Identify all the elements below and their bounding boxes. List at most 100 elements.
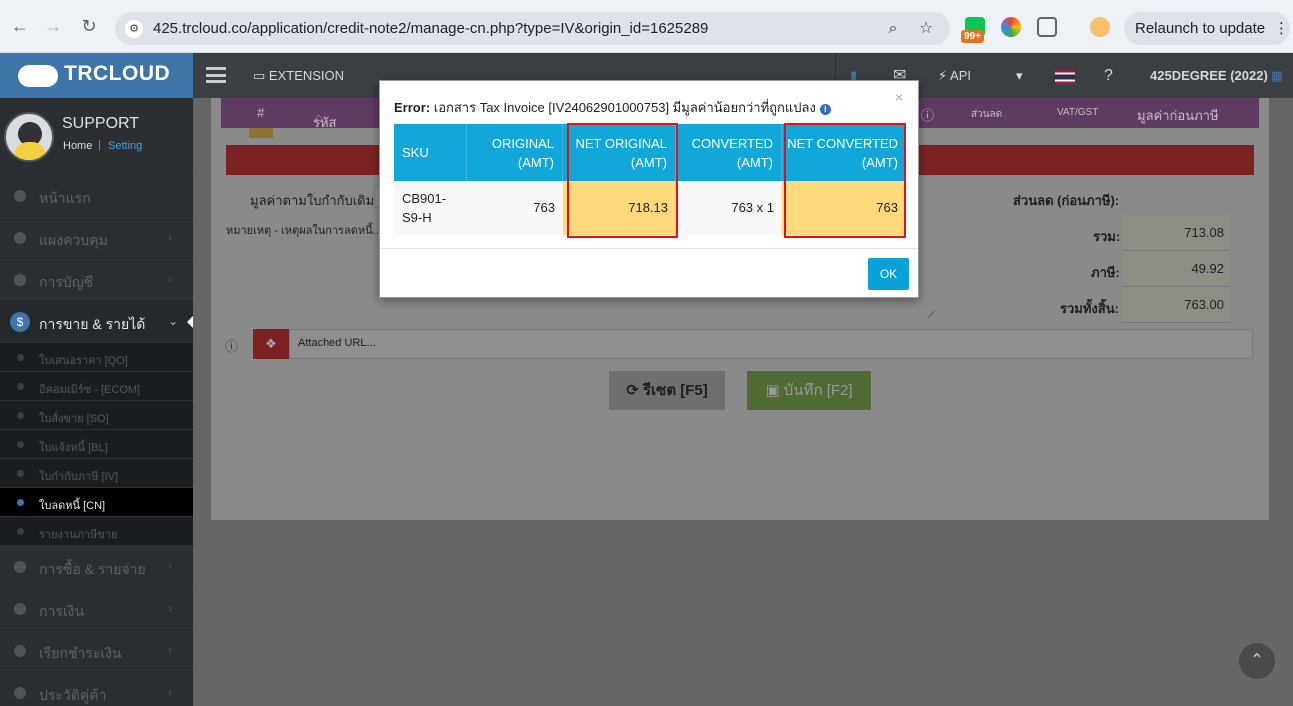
sidebar-item-label: แผงควบคุม — [39, 232, 108, 248]
attached-url-input[interactable]: Attached URL... — [289, 329, 1253, 359]
error-prefix: Error: — [394, 100, 431, 115]
zoom-icon[interactable]: ⌕ — [882, 18, 904, 40]
sidebar-item-label: การซื้อ & รายจ่าย — [39, 561, 146, 577]
sidebar-item-home[interactable]: หน้าแรก — [0, 174, 193, 216]
sidebar-item-label: การเงิน — [39, 603, 85, 619]
dollar-icon: $ — [10, 312, 30, 332]
row-badge — [249, 128, 273, 138]
sidebar-subitem-billing[interactable]: ใบแจ้งหนี้ [BL] — [0, 429, 193, 458]
chevron-right-icon: › — [168, 601, 172, 615]
extension-menu[interactable]: ▭ EXTENSION — [253, 53, 344, 98]
header-original-line1: ORIGINAL — [491, 136, 554, 151]
bullet-icon — [17, 354, 24, 361]
building-icon[interactable]: ▦ — [1271, 53, 1283, 98]
bullet-icon — [17, 441, 24, 448]
api-menu[interactable]: ⚡ API — [938, 53, 971, 98]
note-textarea[interactable]: หมายเหตุ - เหตุผลในการลดหนี้... — [226, 221, 382, 239]
sidebar-item-collection[interactable]: เรียกชำระเงิน › — [0, 629, 193, 671]
sidebar-item-label: ประวัติคู่ค้า — [39, 687, 107, 703]
scroll-to-top-button[interactable]: ⌃ — [1239, 643, 1275, 679]
sidebar-item-purchases[interactable]: การซื้อ & รายจ่าย › — [0, 545, 193, 587]
sidebar-item-dashboard[interactable]: แผงควบคุม › — [0, 216, 193, 258]
header-converted: CONVERTED (AMT) — [676, 124, 782, 181]
bullet-icon — [17, 383, 24, 390]
desktop-icon — [14, 232, 26, 244]
link-separator: | — [98, 139, 101, 151]
refresh-icon: ⟳ — [626, 382, 643, 399]
col-code-label: รหัส — [313, 115, 337, 130]
extension-label: EXTENSION — [268, 68, 345, 83]
info-icon: ⓘ — [225, 339, 239, 354]
bookmark-star-icon[interactable]: ☆ — [915, 18, 937, 40]
sidebar-item-sales[interactable]: $ การขาย & รายได้ ⌄ — [0, 300, 194, 342]
sidebar-subitem-ecommerce[interactable]: อีคอมเมิร์ซ - [ECOM] — [0, 371, 193, 400]
relaunch-button[interactable]: Relaunch to update ⋮ — [1124, 12, 1290, 45]
back-icon[interactable]: ← — [8, 14, 32, 38]
cell-converted: 763 x 1 — [676, 181, 782, 235]
bullet-icon — [17, 470, 24, 477]
more-menu-icon[interactable]: ⋮ — [1274, 12, 1289, 45]
header-converted-line1: CONVERTED — [691, 136, 773, 151]
calendar-icon — [14, 603, 26, 615]
sidebar-item-label: การขาย & รายได้ — [39, 316, 146, 332]
subitem-label: รายงานภาษีขาย — [39, 529, 118, 541]
avatar[interactable] — [4, 112, 54, 162]
col-discount: ส่วนลด — [971, 109, 1003, 120]
ok-button[interactable]: OK — [868, 258, 909, 290]
subitem-label: ใบกำกับภาษี [IV] — [39, 471, 119, 483]
address-bar[interactable]: ⚙ 425.trcloud.co/application/credit-note… — [115, 12, 950, 45]
save-button[interactable]: ▣ บันทึก [F2] — [747, 371, 871, 410]
reset-button[interactable]: ⟳ รีเซต [F5] — [609, 371, 725, 410]
chevron-right-icon: › — [168, 559, 172, 573]
url-text[interactable]: 425.trcloud.co/application/credit-note2/… — [153, 20, 708, 37]
color-extension-icon[interactable] — [1001, 17, 1021, 37]
header-original: ORIGINAL (AMT) — [467, 124, 563, 181]
chevron-right-icon: › — [168, 685, 172, 699]
profile-avatar-icon[interactable] — [1090, 17, 1110, 37]
subitem-label: ใบแจ้งหนี้ [BL] — [39, 442, 108, 454]
modal-footer-divider — [380, 248, 918, 249]
menu-hamburger-icon[interactable] — [206, 67, 226, 83]
error-modal: Error: เอกสาร Tax Invoice [IV24062901000… — [379, 80, 919, 298]
col-hash: # — [257, 105, 265, 120]
sidebar-subitem-tax-invoice[interactable]: ใบกำกับภาษี [IV] — [0, 458, 193, 487]
sidebar-item-label: หน้าแรก — [39, 190, 91, 206]
sidebar-subitem-credit-note[interactable]: ใบลดหนี้ [CN] — [0, 487, 193, 516]
site-info-icon[interactable]: ⚙ — [125, 20, 143, 38]
save-label: บันทึก [F2] — [783, 382, 853, 399]
home-link[interactable]: Home — [63, 140, 92, 152]
cloud-icon — [14, 190, 26, 202]
sidebar-subitem-sales-order[interactable]: ใบสั่งขาย [SO] — [0, 400, 193, 429]
logo[interactable]: TRCLOUD — [0, 53, 193, 98]
bullet-icon — [17, 499, 24, 506]
sidebar-item-partners[interactable]: ประวัติคู่ค้า › — [0, 671, 193, 706]
company-name[interactable]: 425DEGREE (2022) — [1150, 53, 1268, 98]
dropdown-caret-icon[interactable]: ▾ — [1016, 53, 1023, 98]
subitem-label: ใบลดหนี้ [CN] — [39, 500, 106, 512]
monitor-icon: ▭ — [253, 68, 269, 83]
browser-toolbar: ← → ↻ ⚙ 425.trcloud.co/application/credi… — [0, 0, 1293, 53]
forward-icon[interactable]: → — [41, 14, 65, 38]
dropbox-icon[interactable]: ❖ — [253, 329, 289, 359]
sidebar-subitem-quotation[interactable]: ใบเสนอราคา [QO] — [0, 342, 193, 371]
setting-link[interactable]: Setting — [108, 140, 142, 152]
sidebar-item-label: เรียกชำระเงิน — [39, 645, 122, 661]
subitem-label: อีคอมเมิร์ซ - [ECOM] — [39, 384, 141, 396]
contact-card-icon — [14, 687, 26, 699]
sidebar-subitem-sales-tax-report[interactable]: รายงานภาษีขาย — [0, 516, 193, 545]
close-icon[interactable]: × — [895, 89, 903, 105]
sidebar: SUPPORT Home | Setting หน้าแรก แผงควบคุม… — [0, 98, 194, 706]
sidebar-item-finance[interactable]: การเงิน › — [0, 587, 193, 629]
resize-handle-icon[interactable]: ⟋ — [928, 310, 935, 321]
bullet-icon — [17, 528, 24, 535]
extensions-puzzle-icon[interactable] — [1037, 17, 1057, 37]
sidebar-item-accounting[interactable]: การบัญชี › — [0, 258, 193, 300]
cloud-logo-icon — [18, 65, 58, 87]
header-converted-line2: (AMT) — [736, 155, 773, 170]
help-icon[interactable]: ? — [1104, 53, 1113, 98]
language-flag-icon[interactable] — [1055, 53, 1075, 98]
cart-icon — [14, 561, 26, 573]
chevron-right-icon: › — [168, 643, 172, 657]
reload-icon[interactable]: ↻ — [77, 14, 101, 38]
plug-icon: ⚡ — [938, 68, 951, 83]
